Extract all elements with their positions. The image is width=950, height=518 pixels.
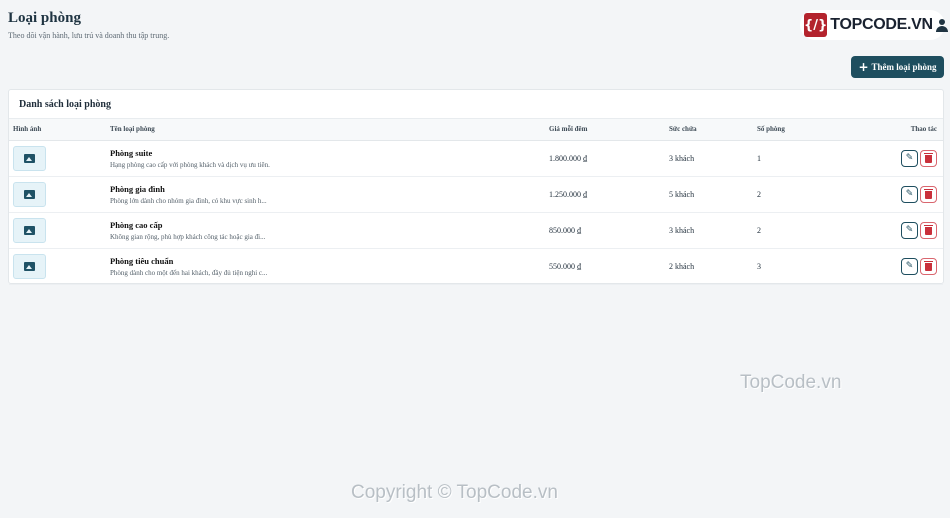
trash-icon — [924, 225, 933, 235]
page-title: Loại phòng — [8, 10, 81, 26]
room-name: Phòng gia đình — [110, 183, 165, 194]
col-header-capacity: Sức chứa — [669, 119, 757, 141]
table-row: Phòng suite Hạng phòng cao cấp với phòng… — [9, 140, 943, 176]
image-icon — [24, 225, 35, 235]
room-count: 3 — [757, 261, 761, 271]
delete-button[interactable] — [920, 221, 937, 239]
room-description: Hạng phòng cao cấp với phòng khách và dị… — [110, 160, 270, 169]
pencil-icon: ✎ — [905, 224, 914, 235]
room-capacity: 5 khách — [669, 189, 695, 199]
brand-name: TOPCODE.VN — [830, 16, 933, 33]
trash-icon — [924, 153, 933, 163]
col-header-rooms: Số phòng — [757, 119, 847, 141]
trash-icon — [924, 261, 933, 271]
edit-button[interactable]: ✎ — [901, 149, 918, 167]
room-price: 550.000 ₫ — [549, 261, 582, 271]
pencil-icon: ✎ — [905, 152, 914, 163]
room-count: 2 — [757, 225, 761, 235]
topcode-logo-icon: {/} — [804, 13, 828, 37]
col-header-name: Tên loại phòng — [110, 119, 549, 141]
delete-button[interactable] — [920, 185, 937, 203]
room-capacity: 2 khách — [669, 261, 695, 271]
card-title: Danh sách loại phòng — [9, 90, 943, 119]
room-image-thumbnail[interactable] — [13, 145, 46, 171]
table-row: Phòng gia đình Phòng lớn dành cho nhóm g… — [9, 176, 943, 212]
room-image-thumbnail[interactable] — [13, 253, 46, 279]
room-capacity: 3 khách — [669, 225, 695, 235]
add-room-type-label: Thêm loại phòng — [871, 62, 937, 72]
edit-button[interactable]: ✎ — [901, 257, 918, 275]
plus-icon: + — [858, 60, 869, 74]
trash-icon — [924, 189, 933, 199]
add-room-type-button[interactable]: + Thêm loại phòng — [851, 56, 944, 78]
pencil-icon: ✎ — [905, 260, 914, 271]
room-name: Phòng tiêu chuẩn — [110, 255, 174, 266]
room-type-table: Hình ảnh Tên loại phòng Giá mỗi đêm Sức … — [9, 119, 943, 285]
room-image-thumbnail[interactable] — [13, 217, 46, 243]
table-header-row: Hình ảnh Tên loại phòng Giá mỗi đêm Sức … — [9, 119, 943, 141]
table-row: Phòng cao cấp Không gian rộng, phù hợp k… — [9, 212, 943, 248]
room-capacity: 3 khách — [669, 153, 695, 163]
image-icon — [24, 153, 35, 163]
table-row: Phòng tiêu chuẩn Phòng dành cho một đến … — [9, 248, 943, 284]
image-icon — [24, 261, 35, 271]
delete-button[interactable] — [920, 149, 937, 167]
col-header-price: Giá mỗi đêm — [549, 119, 669, 141]
delete-button[interactable] — [920, 257, 937, 275]
room-name: Phòng suite — [110, 147, 153, 158]
room-price: 1.800.000 ₫ — [549, 153, 588, 163]
room-description: Phòng lớn dành cho nhóm gia đình, có khu… — [110, 196, 267, 205]
edit-button[interactable]: ✎ — [901, 221, 918, 239]
room-name: Phòng cao cấp — [110, 219, 163, 230]
pencil-icon: ✎ — [905, 188, 914, 199]
room-description: Phòng dành cho một đến hai khách, đầy đủ… — [110, 268, 268, 277]
room-price: 1.250.000 ₫ — [549, 189, 588, 199]
room-image-thumbnail[interactable] — [13, 181, 46, 207]
col-header-actions: Thao tác — [847, 119, 943, 141]
room-price: 850.000 ₫ — [549, 225, 582, 235]
page-subtitle: Theo dõi vận hành, lưu trú và doanh thu … — [8, 31, 170, 40]
room-type-list-card: Danh sách loại phòng Hình ảnh Tên loại p… — [8, 89, 944, 284]
image-icon — [24, 189, 35, 199]
user-icon[interactable] — [935, 18, 949, 32]
page-header: Loại phòng Theo dõi vận hành, lưu trú và… — [8, 10, 169, 40]
watermark-text: TopCode.vn — [740, 372, 842, 393]
room-count: 1 — [757, 153, 761, 163]
col-header-image: Hình ảnh — [9, 119, 110, 141]
brand-logo: {/} TOPCODE.VN — [800, 10, 949, 40]
edit-button[interactable]: ✎ — [901, 185, 918, 203]
copyright-watermark: Copyright © TopCode.vn — [351, 482, 558, 503]
room-description: Không gian rộng, phù hợp khách công tác … — [110, 232, 266, 241]
room-count: 2 — [757, 189, 761, 199]
